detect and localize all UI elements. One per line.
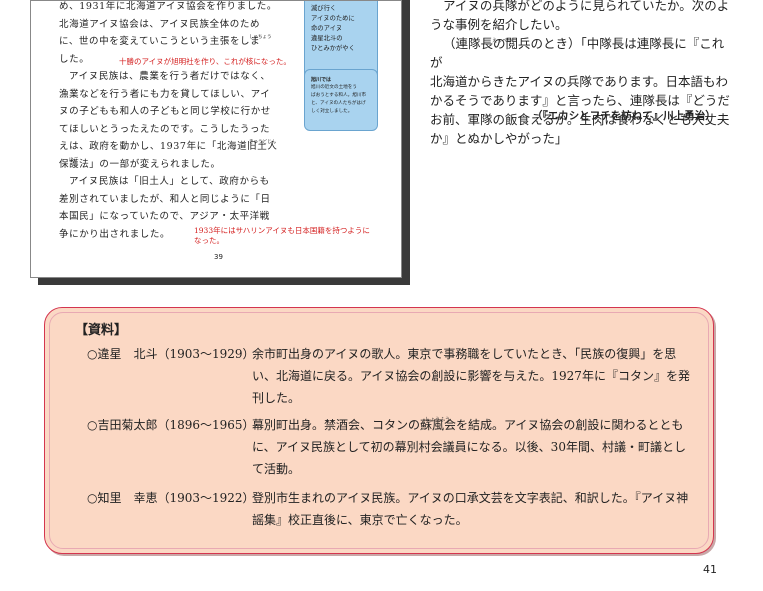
textbook-line-text: 保護法」の一部が変えられました。: [59, 158, 221, 170]
quote-line: アイヌの兵隊がどのように見られていたか。次のよ: [443, 0, 730, 13]
textbook-line: に、世の中を変えていこうという主張をしま しゅちょう: [59, 33, 314, 51]
page-number: 41: [703, 563, 717, 576]
side-box-title: 旭川では: [311, 77, 332, 83]
entry-desc: 幕別町出身。禁酒会、コタンの蘇風会を結成。アイヌ協会の創設に関わるとともに、アイ…: [252, 418, 686, 476]
embedded-textbook-page: め、1931年に北海道アイヌ協会を作りました。 北海道アイヌ協会は、アイヌ民族全…: [30, 0, 402, 278]
textbook-line: 北海道アイヌ協会は、アイヌ民族全体のため: [59, 18, 261, 30]
textbook-line-text: えは、政府を動かし、1937年に「北海道旧土人: [59, 141, 278, 152]
entry-name: ○知里 幸恵（1903〜1922）: [87, 491, 255, 505]
textbook-line: アイヌ民族は、農業を行う者だけではなく、: [69, 71, 271, 82]
side-box-line: しく対立しました。: [311, 109, 353, 114]
quote-line: （連隊長の閲兵のとき）「中隊長は連隊長に『これが えっぺい: [430, 34, 730, 72]
side-box-line: ばおうとする和人。旭川市: [311, 93, 366, 98]
poem-line: 違星北斗の: [311, 35, 343, 42]
quote-line: か』とぬかしやがった」: [430, 131, 568, 146]
ruby-shofu: しょうふう: [425, 417, 451, 423]
poem-line: 滅び行く: [311, 5, 337, 12]
side-box-line: と、アイヌの人たちがはげ: [311, 101, 366, 106]
entry-desc: 登別市生まれのアイヌ民族。アイヌの口承文芸を文字表記、和訳した。『アイヌ神謡集』…: [252, 491, 689, 527]
textbook-line: アイヌ民族は「旧土人」として、政府からも: [69, 176, 270, 187]
textbook-line: 本国民」になっていたので、アジア・太平洋戦: [59, 211, 270, 222]
poem-line: ひとみかがやく: [311, 45, 355, 52]
red-note: 1933年にはサハリンアイヌも日本国籍を持つように: [194, 225, 370, 235]
textbook-body: め、1931年に北海道アイヌ協会を作りました。 北海道アイヌ協会は、アイヌ民族全…: [59, 1, 370, 245]
quote-line: うな事例を紹介したい。: [430, 17, 568, 32]
poem-line: 命のアイヌ: [311, 25, 343, 32]
citation: （『エカシとフチを訪ねて』川上勇治）: [532, 110, 716, 122]
reference-title: 【資料】: [75, 323, 128, 338]
entry-desc: 余市町出身のアイヌの歌人。東京で事務職をしていたとき、「民族の復興」を思い、北海…: [252, 347, 690, 405]
textbook-line: 保護法」の一部が変えられました。 ほご: [59, 156, 314, 174]
textbook-line: 争にかり出されました。 1933年にはサハリンアイヌも日本国籍を持つように なっ…: [59, 226, 370, 245]
poem-line: アイヌのために: [311, 15, 355, 22]
entry-name: ○違星 北斗（1903〜1929）: [87, 347, 255, 361]
textbook-line-text: 争にかり出されました。: [59, 228, 171, 240]
textbook-line-text: に、世の中を変えていこうという主張をしま: [59, 36, 261, 47]
textbook-line: 漁業などを行う者にも力を貸してほしい、アイ: [59, 88, 271, 100]
right-quote-text: アイヌの兵隊がどのように見られていたか。次のよ うな事例を紹介したい。 （連隊長…: [430, 0, 730, 148]
textbook-line: ヌの子どもも和人の子どもと同じ学校に行かせ: [59, 106, 271, 117]
ruby-shucho: しゅちょう: [249, 35, 272, 40]
red-note-cont: なった。: [194, 235, 224, 245]
quote-line-text: （連隊長の閲兵のとき）「中隊長は連隊長に『これが: [430, 36, 725, 70]
quote-line: 北海道からきたアイヌの兵隊であります。日本語もわ: [430, 74, 729, 89]
ruby-kyudojin: きゅうどじん: [249, 140, 276, 145]
side-box-asahikawa: 旭川では 旭川の近文の土地をう ばおうとする和人。旭川市 と、アイヌの人たちがは…: [304, 69, 378, 131]
textbook-line: えは、政府を動かし、1937年に「北海道旧土人 きゅうどじん: [59, 138, 314, 156]
side-box-line: 旭川の近文の土地をう: [311, 85, 357, 90]
textbook-line: め、1931年に北海道アイヌ協会を作りました。: [59, 1, 278, 12]
ruby-hogo: ほご: [69, 157, 78, 163]
ruby-eppei: えっぺい: [492, 38, 513, 44]
textbook-page-number: 39: [214, 253, 223, 261]
entry-name: ○吉田菊太郎（1896〜1965）: [87, 418, 255, 432]
textbook-line: 差別されていましたが、和人と同じように「日: [59, 193, 271, 205]
